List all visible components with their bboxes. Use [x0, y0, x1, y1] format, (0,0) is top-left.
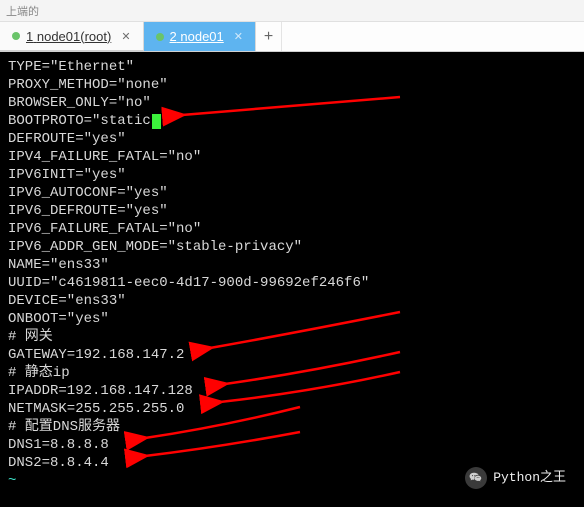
config-line: DEVICE="ens33" [8, 292, 576, 310]
tab-node01[interactable]: 2 node01 ✕ [144, 22, 256, 51]
window-titlebar-fragment: 上端的 [0, 0, 584, 22]
config-line: IPV6INIT="yes" [8, 166, 576, 184]
config-line: IPV6_AUTOCONF="yes" [8, 184, 576, 202]
config-line: IPV4_FAILURE_FATAL="no" [8, 148, 576, 166]
wechat-icon [465, 467, 487, 489]
close-icon[interactable]: ✕ [121, 30, 130, 43]
config-line: DEFROUTE="yes" [8, 130, 576, 148]
status-dot-icon [12, 32, 20, 40]
tab-bar: 1 node01(root) ✕ 2 node01 ✕ + [0, 22, 584, 52]
config-line-ipaddr: IPADDR=192.168.147.128 [8, 382, 576, 400]
config-line-netmask: NETMASK=255.255.255.0 [8, 400, 576, 418]
config-line: UUID="c4619811-eec0-4d17-900d-99692ef246… [8, 274, 576, 292]
config-line: ONBOOT="yes" [8, 310, 576, 328]
config-line-bootproto: BOOTPROTO="static" [8, 112, 576, 130]
config-line: NAME="ens33" [8, 256, 576, 274]
status-dot-icon [156, 33, 164, 41]
watermark-text: Python之王 [493, 469, 566, 487]
config-line-gateway: GATEWAY=192.168.147.2 [8, 346, 576, 364]
watermark: Python之王 [465, 467, 566, 489]
top-text: 上端的 [6, 3, 39, 19]
close-icon[interactable]: ✕ [234, 30, 243, 43]
config-line: IPV6_ADDR_GEN_MODE="stable-privacy" [8, 238, 576, 256]
config-comment: # 网关 [8, 328, 576, 346]
tab-node01-root[interactable]: 1 node01(root) ✕ [0, 22, 144, 51]
config-comment: # 配置DNS服务器 [8, 418, 576, 436]
config-line: IPV6_FAILURE_FATAL="no" [8, 220, 576, 238]
config-line: BROWSER_ONLY="no" [8, 94, 576, 112]
config-line: IPV6_DEFROUTE="yes" [8, 202, 576, 220]
config-comment: # 静态ip [8, 364, 576, 382]
new-tab-button[interactable]: + [256, 22, 282, 51]
config-line: PROXY_METHOD="none" [8, 76, 576, 94]
config-line: TYPE="Ethernet" [8, 58, 576, 76]
terminal-pane[interactable]: TYPE="Ethernet" PROXY_METHOD="none" BROW… [0, 52, 584, 507]
config-line-dns1: DNS1=8.8.8.8 [8, 436, 576, 454]
text-cursor [152, 114, 161, 129]
